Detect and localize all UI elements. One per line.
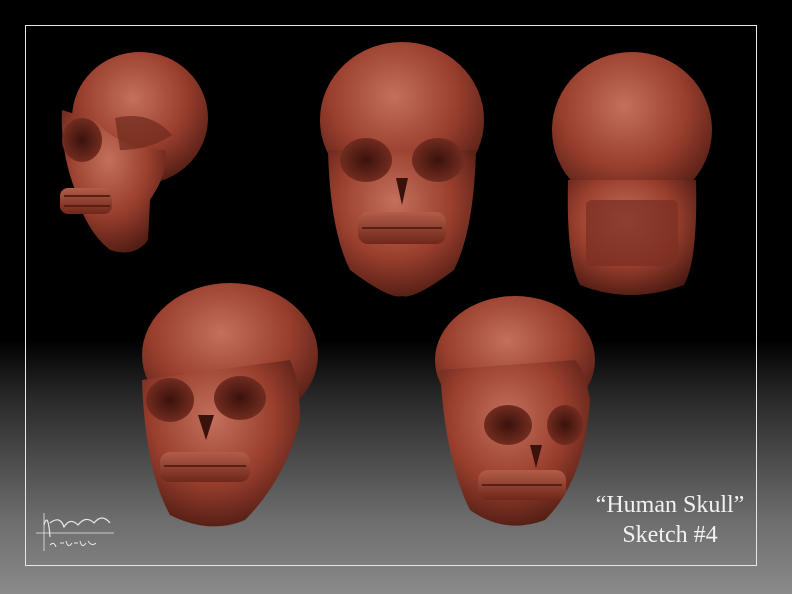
- caption-subtitle: Sketch #4: [622, 522, 718, 548]
- skull-front-view: [320, 42, 484, 297]
- skull-back-view: [552, 52, 712, 295]
- artist-signature: [34, 505, 124, 553]
- skull-three-quarter-left-view: [142, 283, 318, 527]
- caption-title: “Human Skull”: [595, 492, 745, 518]
- skull-side-view: [60, 52, 208, 253]
